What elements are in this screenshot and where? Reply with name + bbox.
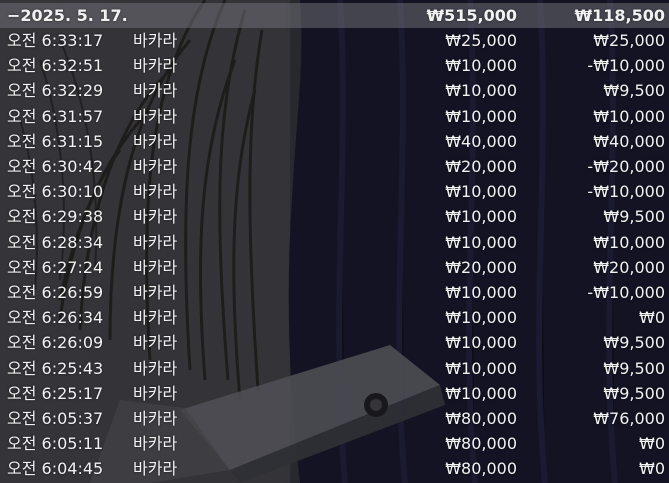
row-game: 바카라 [133,106,178,126]
table-row[interactable]: 오전 6:30:42 바카라 ₩20,000 -₩20,000 [0,154,669,179]
row-time: 오전 6:26:09 [7,333,104,353]
row-win-amount: ₩40,000 [593,131,665,151]
bet-history-table: −2025. 5. 17. ₩515,000 ₩118,500 오전 6:33:… [0,0,669,483]
row-time: 오전 6:27:24 [7,257,104,277]
row-game: 바카라 [133,131,178,151]
summary-total-bet: ₩515,000 [426,6,517,25]
row-time: 오전 6:30:10 [7,182,104,202]
table-row[interactable]: 오전 6:30:10 바카라 ₩10,000 -₩10,000 [0,179,669,204]
row-time: 오전 6:26:34 [7,308,104,328]
table-row[interactable]: 오전 6:33:17 바카라 ₩25,000 ₩25,000 [0,28,669,53]
row-win-amount: ₩0 [639,434,665,454]
row-game: 바카라 [133,157,178,176]
table-row[interactable]: 오전 6:26:59 바카라 ₩10,000 -₩10,000 [0,280,669,305]
row-game: 바카라 [133,308,178,328]
row-game: 바카라 [133,409,178,428]
row-bet-amount: ₩20,000 [445,257,517,277]
row-time: 오전 6:05:37 [7,409,104,428]
row-time: 오전 6:05:11 [7,434,104,454]
row-bet-amount: ₩10,000 [445,383,517,403]
summary-total-win: ₩118,500 [574,6,665,25]
row-win-amount: ₩9,500 [603,81,665,101]
row-bet-amount: ₩40,000 [445,131,517,151]
row-win-amount: ₩25,000 [593,31,665,50]
row-bet-amount: ₩10,000 [445,106,517,126]
row-time: 오전 6:25:43 [7,358,104,378]
table-row[interactable]: 오전 6:27:24 바카라 ₩20,000 ₩20,000 [0,255,669,280]
row-game: 바카라 [133,358,178,378]
row-game: 바카라 [133,434,178,454]
row-win-amount: ₩9,500 [603,358,665,378]
table-row[interactable]: 오전 6:32:51 바카라 ₩10,000 -₩10,000 [0,53,669,78]
row-bet-amount: ₩10,000 [445,56,517,76]
row-game: 바카라 [133,81,178,101]
row-win-amount: ₩76,000 [593,409,665,428]
row-win-amount: ₩9,500 [603,333,665,353]
row-win-amount: -₩10,000 [587,56,665,76]
row-win-amount: ₩0 [639,308,665,328]
table-row[interactable]: 오전 6:31:57 바카라 ₩10,000 ₩10,000 [0,104,669,129]
row-bet-amount: ₩10,000 [445,308,517,328]
row-bet-amount: ₩10,000 [445,358,517,378]
table-row[interactable]: 오전 6:28:34 바카라 ₩10,000 ₩10,000 [0,230,669,255]
row-game: 바카라 [133,56,178,76]
row-bet-amount: ₩80,000 [445,459,517,479]
row-time: 오전 6:31:57 [7,106,104,126]
row-game: 바카라 [133,207,178,227]
row-bet-amount: ₩80,000 [445,434,517,454]
summary-row: −2025. 5. 17. ₩515,000 ₩118,500 [0,3,669,28]
row-time: 오전 6:25:17 [7,383,104,403]
table-row[interactable]: 오전 6:25:17 바카라 ₩10,000 ₩9,500 [0,381,669,406]
table-row[interactable]: 오전 6:31:15 바카라 ₩40,000 ₩40,000 [0,129,669,154]
row-game: 바카라 [133,257,178,277]
row-game: 바카라 [133,31,178,50]
row-bet-amount: ₩10,000 [445,333,517,353]
row-game: 바카라 [133,283,178,302]
table-row[interactable]: 오전 6:26:09 바카라 ₩10,000 ₩9,500 [0,330,669,355]
table-row[interactable]: 오전 6:26:34 바카라 ₩10,000 ₩0 [0,305,669,330]
row-win-amount: ₩10,000 [593,232,665,252]
row-bet-amount: ₩25,000 [445,31,517,50]
row-game: 바카라 [133,383,178,403]
table-row[interactable]: 오전 6:04:45 바카라 ₩80,000 ₩0 [0,456,669,481]
row-time: 오전 6:32:51 [7,56,104,76]
row-game: 바카라 [133,333,178,353]
row-time: 오전 6:29:38 [7,207,104,227]
row-win-amount: ₩10,000 [593,106,665,126]
row-win-amount: -₩20,000 [587,157,665,176]
row-time: 오전 6:30:42 [7,157,104,176]
row-win-amount: ₩9,500 [603,383,665,403]
row-game: 바카라 [133,182,178,202]
row-win-amount: -₩10,000 [587,283,665,302]
row-bet-amount: ₩10,000 [445,283,517,302]
row-time: 오전 6:26:59 [7,283,104,302]
row-time: 오전 6:32:29 [7,81,104,101]
row-bet-amount: ₩10,000 [445,182,517,202]
row-game: 바카라 [133,459,178,479]
table-row[interactable]: 오전 6:29:38 바카라 ₩10,000 ₩9,500 [0,204,669,229]
summary-date[interactable]: −2025. 5. 17. [7,3,128,28]
row-time: 오전 6:31:15 [7,131,104,151]
row-time: 오전 6:04:45 [7,459,104,479]
table-row[interactable]: 오전 6:25:43 바카라 ₩10,000 ₩9,500 [0,356,669,381]
row-win-amount: ₩9,500 [603,207,665,227]
row-bet-amount: ₩80,000 [445,409,517,428]
table-row[interactable]: 오전 6:32:29 바카라 ₩10,000 ₩9,500 [0,78,669,103]
table-row[interactable]: 오전 6:05:11 바카라 ₩80,000 ₩0 [0,431,669,456]
row-bet-amount: ₩10,000 [445,81,517,101]
row-bet-amount: ₩10,000 [445,207,517,227]
row-bet-amount: ₩20,000 [445,157,517,176]
row-time: 오전 6:33:17 [7,31,104,50]
table-row[interactable]: 오전 6:05:37 바카라 ₩80,000 ₩76,000 [0,406,669,431]
row-game: 바카라 [133,232,178,252]
row-win-amount: ₩0 [639,459,665,479]
row-time: 오전 6:28:34 [7,232,104,252]
row-win-amount: ₩20,000 [593,257,665,277]
row-win-amount: -₩10,000 [587,182,665,202]
row-bet-amount: ₩10,000 [445,232,517,252]
